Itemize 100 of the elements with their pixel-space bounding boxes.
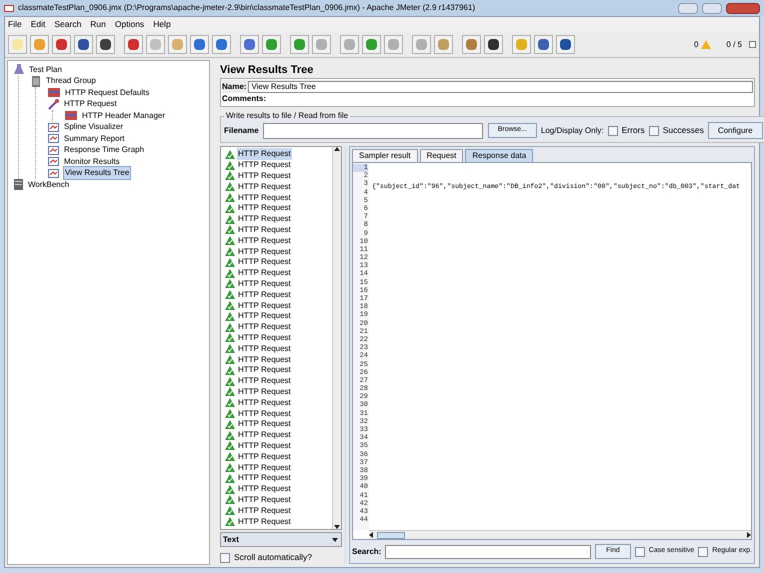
up-arrow-icon [334,147,340,151]
minimize-button[interactable] [678,2,698,14]
server-icon [14,179,23,190]
tree-item[interactable]: WorkBench [27,178,70,191]
search-field[interactable] [385,544,592,558]
panel-title: View Results Tree [220,63,314,78]
tree-item[interactable]: Monitor Results [63,156,121,168]
result-item[interactable]: HTTP Request [237,472,292,484]
field-label: Search: [352,546,382,558]
graph-icon [48,168,59,178]
configure-button[interactable]: Configure [708,122,763,139]
name-field[interactable]: View Results Tree [248,80,753,92]
result-item[interactable]: HTTP Request [237,408,292,420]
toolbar-icon [416,39,427,50]
down-arrow-icon [334,525,340,530]
result-item[interactable]: HTTP Request [237,386,292,398]
checkbox[interactable] [648,126,659,136]
result-item[interactable]: HTTP Request [237,192,292,204]
tree-item[interactable]: Summary Report [63,132,126,145]
field-label: Name: [222,80,246,92]
tree-item[interactable]: HTTP Request [63,98,118,110]
app-icon [4,4,14,12]
tree-item[interactable]: HTTP Request Defaults [64,86,150,99]
toolbar-icon [244,39,255,50]
horizontal-scrollbar[interactable] [369,530,751,539]
menu-item[interactable]: Search [54,18,82,31]
result-item[interactable]: HTTP Request [237,300,292,312]
result-item[interactable]: HTTP Request [237,504,292,517]
checkbox[interactable] [698,546,708,556]
pipette-icon [48,98,59,110]
tree-item[interactable]: Test Plan [28,64,63,76]
result-item[interactable]: HTTP Request [237,396,292,409]
filename-field[interactable] [262,122,483,138]
maximize-button[interactable] [702,2,722,14]
result-item[interactable]: HTTP Request [237,224,292,236]
scroll-thumb[interactable] [377,532,405,538]
window-title: classmateTestPlan_0906.jmx (D:\Programs\apache-jmeter-2.9\bin\classmateTestPlan_0906.jmx) - Apache JMeter (2.9 r1437961) [18,2,476,14]
toolbar-icon [150,39,161,50]
result-item[interactable]: HTTP Request [237,321,292,334]
result-item[interactable]: HTTP Request [237,278,292,290]
toolbar-icon [538,39,549,50]
menu-item[interactable]: File [8,18,22,31]
scrollbar[interactable] [332,147,341,530]
result-item[interactable]: HTTP Request [237,462,292,474]
result-item[interactable]: HTTP Request [237,516,292,528]
graph-icon [48,157,59,166]
menu-item[interactable]: Edit [30,18,46,31]
menu-item[interactable]: Run [90,18,106,31]
result-item[interactable]: HTTP Request [237,440,292,452]
result-item[interactable]: HTTP Request [237,256,292,268]
toolbar-button[interactable] [96,35,115,54]
toolbar-button[interactable] [534,35,553,54]
toolbar-icon [128,39,139,50]
result-item[interactable]: HTTP Request [237,375,292,388]
result-item[interactable]: HTTP Request [237,354,292,366]
tree-item[interactable]: Spline Visualizer [63,121,124,134]
result-item[interactable]: HTTP Request [237,450,292,463]
result-item[interactable]: HTTP Request [237,418,292,430]
result-item[interactable]: HTTP Request [237,148,292,160]
result-item[interactable]: HTTP Request [237,180,292,193]
tree-item[interactable]: View Results Tree [63,166,132,180]
checkbox-label: Successes [662,124,704,137]
result-item[interactable]: HTTP Request [237,310,292,322]
result-item[interactable]: HTTP Request [237,159,292,172]
toolbox-icon [48,88,60,98]
result-item[interactable]: HTTP Request [237,213,292,226]
close-button[interactable] [726,2,760,14]
menu-item[interactable]: Help [153,18,171,31]
checkbox[interactable] [634,546,645,556]
toolbar-icon [560,39,571,50]
result-item[interactable]: HTTP Request [237,234,292,247]
tree-item[interactable]: Thread Group [45,75,97,88]
result-item[interactable]: HTTP Request [237,332,292,344]
result-item[interactable]: HTTP Request [237,494,292,506]
toolbar-button[interactable] [484,35,503,54]
result-item[interactable]: HTTP Request [237,483,292,496]
result-item[interactable]: HTTP Request [237,267,292,280]
toolbar-button[interactable] [556,35,575,54]
thread-count: 0 / 5 [726,38,742,50]
toolbar-icon [438,39,449,50]
result-item[interactable]: HTTP Request [237,364,292,376]
result-item[interactable]: HTTP Request [237,342,292,355]
graph-icon [48,146,59,155]
tree-item[interactable]: Response Time Graph [63,144,146,156]
tree-item[interactable]: HTTP Header Manager [81,110,166,122]
checkbox[interactable] [608,126,618,136]
result-item[interactable]: HTTP Request [237,246,292,258]
checkbox[interactable] [220,552,230,563]
tab[interactable]: Sampler result [352,149,418,162]
toolbar-button[interactable] [74,35,93,54]
menu-item[interactable]: Options [114,18,144,31]
toolbar-icon [266,39,277,50]
toolbar-icon [516,39,527,50]
result-item[interactable]: HTTP Request [237,170,292,182]
tab[interactable]: Response data [465,149,534,162]
result-item[interactable]: HTTP Request [237,429,292,442]
tab[interactable]: Request [420,149,464,162]
group-title: Write results to file / Read from file [225,110,350,122]
result-item[interactable]: HTTP Request [237,288,292,301]
result-item[interactable]: HTTP Request [237,202,292,214]
